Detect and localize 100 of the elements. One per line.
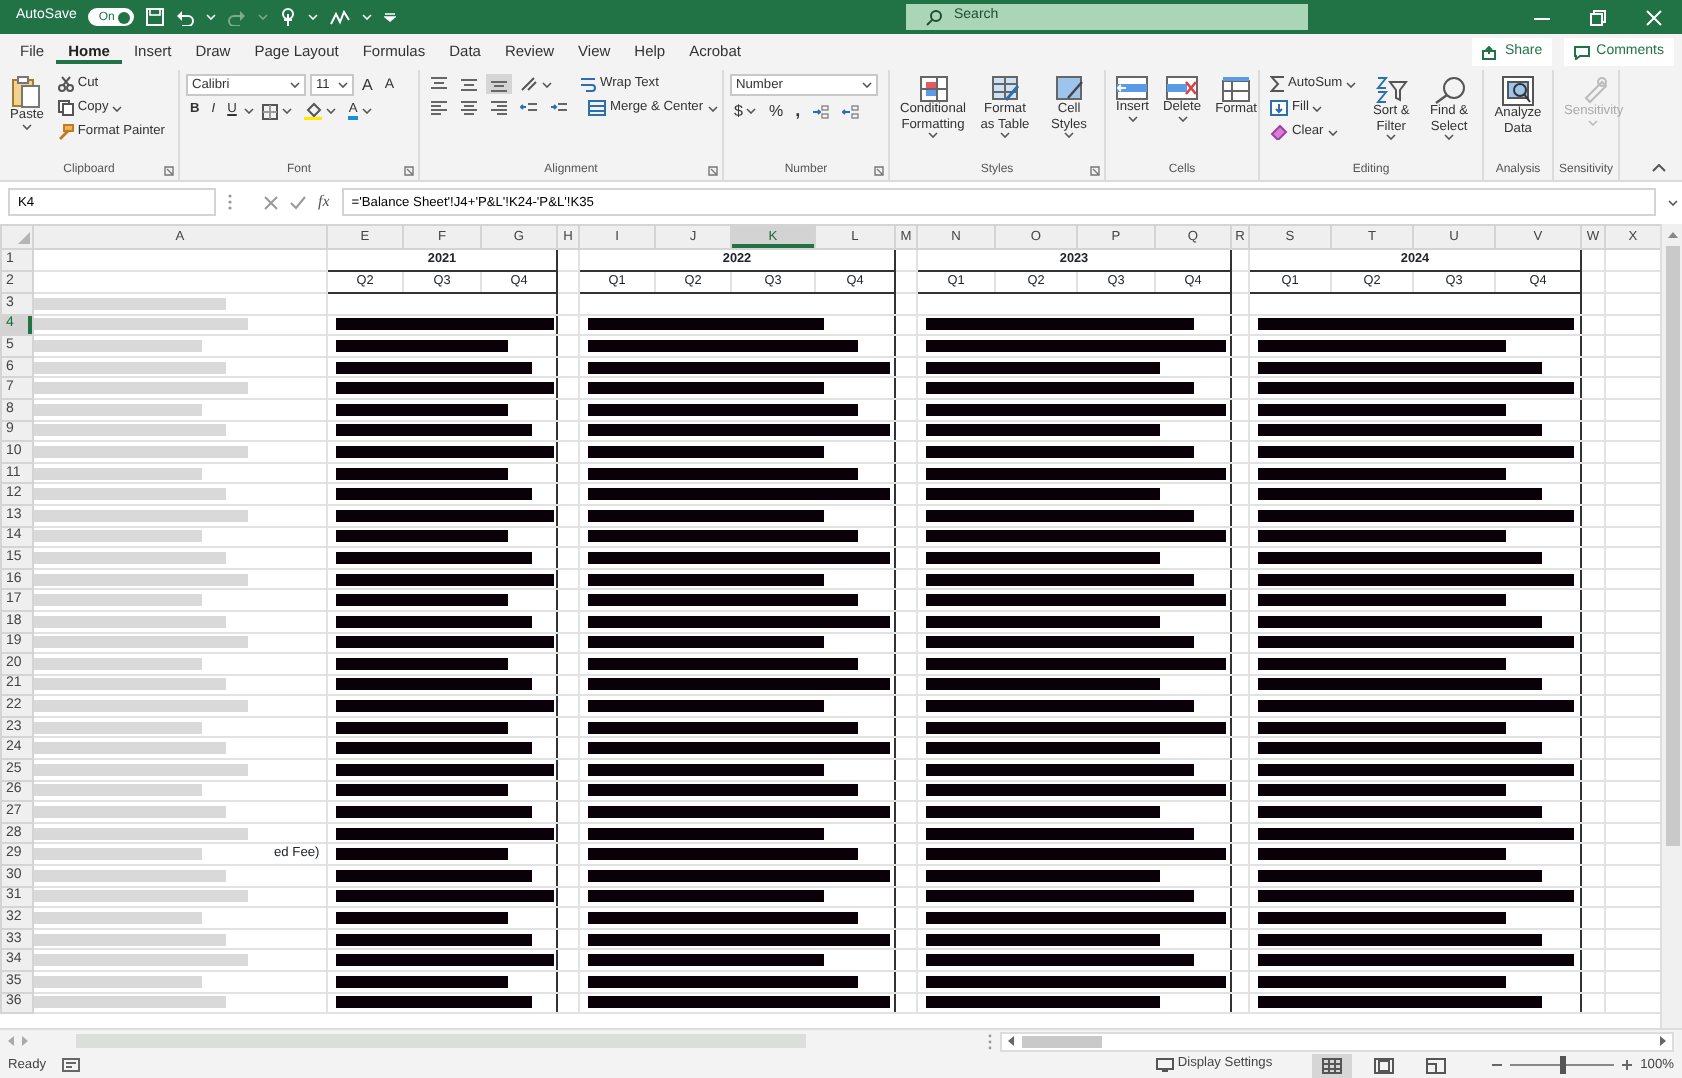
clipboard-icon — [12, 76, 41, 108]
align-left-button[interactable] — [426, 98, 452, 118]
restore-icon[interactable] — [1590, 9, 1606, 25]
eraser-icon — [1270, 124, 1288, 140]
grow-font-button[interactable]: A — [358, 75, 377, 95]
caret-icon — [1064, 132, 1074, 139]
decrease-indent-icon — [520, 100, 538, 116]
comment-icon — [1574, 45, 1591, 59]
page-break-view-icon — [1426, 1057, 1447, 1073]
caret-icon — [362, 14, 373, 20]
cell-styles-icon — [1055, 76, 1083, 102]
angled-text-icon — [520, 76, 538, 92]
decrease-decimal-button[interactable] — [838, 101, 865, 121]
collapse-ribbon-icon[interactable] — [1652, 164, 1666, 172]
enter-icon[interactable] — [290, 195, 306, 209]
caret-icon — [1177, 115, 1188, 122]
normal-view-icon — [1322, 1057, 1343, 1073]
dialog-launcher-icon[interactable] — [404, 166, 414, 176]
zoom-out-icon[interactable] — [1492, 1059, 1503, 1070]
scroll-left-icon — [1008, 1036, 1014, 1046]
caret-icon — [206, 14, 217, 20]
orientation-button[interactable] — [516, 74, 556, 94]
sort-filter-icon — [1375, 76, 1408, 104]
scroll-up-icon — [1667, 232, 1677, 238]
scroll-right-icon — [1660, 1036, 1666, 1046]
caret-icon — [112, 105, 123, 111]
decrease-decimal-icon — [842, 103, 861, 119]
dialog-launcher-icon[interactable] — [164, 166, 174, 176]
paint-bucket-icon — [304, 102, 323, 120]
caret-icon — [282, 108, 293, 114]
horizontal-scrollbar[interactable] — [1000, 1031, 1674, 1051]
insert-function-button[interactable]: fx — [318, 190, 330, 214]
zoom-in-icon[interactable] — [1622, 1059, 1633, 1070]
table-style-icon — [991, 76, 1019, 102]
align-left-icon — [430, 100, 448, 116]
cancel-icon[interactable] — [264, 195, 278, 209]
page-layout-view-icon — [1374, 1057, 1395, 1073]
caret-icon — [244, 108, 255, 114]
caret-icon — [361, 108, 372, 114]
caret-icon — [258, 14, 269, 20]
sparkline-icon[interactable] — [330, 9, 351, 25]
monitor-icon — [1155, 1058, 1174, 1072]
customize-icon[interactable] — [384, 12, 397, 22]
borders-button[interactable] — [258, 101, 297, 121]
magnifier-icon — [1433, 76, 1466, 104]
pointer-icon[interactable] — [280, 7, 297, 27]
caret-icon — [542, 81, 552, 87]
dialog-launcher-icon[interactable] — [874, 166, 884, 176]
caret-icon — [338, 82, 348, 88]
caret-icon — [1588, 119, 1599, 126]
comma-button[interactable]: , — [791, 100, 805, 122]
vertical-scrollbar[interactable] — [1660, 224, 1682, 1028]
insert-cells-icon — [1116, 76, 1149, 100]
currency-button[interactable]: $ — [730, 101, 761, 121]
middle-align-button[interactable] — [456, 74, 482, 94]
splitter-handle-icon[interactable] — [988, 1033, 992, 1049]
middle-align-icon — [460, 76, 478, 92]
search-icon — [926, 9, 942, 25]
analyze-data-icon — [1502, 76, 1534, 106]
caret-icon — [290, 82, 300, 88]
percent-button[interactable]: % — [764, 101, 788, 121]
fill-color-button[interactable] — [300, 100, 341, 122]
dialog-launcher-icon[interactable] — [708, 166, 718, 176]
caret-icon — [707, 105, 718, 111]
caret-icon — [326, 108, 337, 114]
bottom-align-button[interactable] — [486, 74, 512, 94]
merge-cells-icon — [588, 100, 606, 116]
redo-icon — [228, 9, 247, 25]
share-icon — [1482, 45, 1499, 59]
caret-icon — [1346, 81, 1357, 87]
caret-icon — [1386, 134, 1397, 141]
close-icon[interactable] — [1646, 9, 1662, 25]
format-cells-icon — [1222, 76, 1250, 102]
caret-icon — [1327, 129, 1338, 135]
top-align-button[interactable] — [426, 74, 452, 94]
align-center-button[interactable] — [456, 98, 482, 118]
delete-cells-icon — [1166, 76, 1199, 100]
caret-icon — [1312, 105, 1323, 111]
undo-icon[interactable] — [176, 9, 195, 25]
caret-icon — [928, 132, 938, 139]
brush-icon — [57, 124, 74, 140]
increase-decimal-button[interactable] — [808, 101, 835, 121]
zoom-slider-thumb[interactable] — [1559, 1055, 1566, 1074]
caret-icon — [1127, 115, 1138, 122]
align-right-button[interactable] — [486, 98, 512, 118]
fill-down-icon — [1270, 100, 1288, 116]
wrap-text-icon — [580, 76, 596, 92]
align-right-icon — [490, 100, 508, 116]
save-icon[interactable] — [146, 8, 165, 26]
top-align-icon — [430, 76, 448, 92]
macro-record-icon[interactable] — [62, 1058, 81, 1072]
bottom-align-icon — [490, 76, 508, 92]
caret-icon — [21, 123, 32, 130]
scissors-icon — [57, 76, 74, 92]
caret-icon — [862, 82, 872, 88]
caret-icon — [746, 108, 757, 114]
dialog-launcher-icon[interactable] — [1090, 166, 1100, 176]
caret-icon — [308, 14, 319, 20]
copy-icon — [57, 100, 74, 116]
normal-view-button[interactable] — [1312, 1053, 1353, 1077]
